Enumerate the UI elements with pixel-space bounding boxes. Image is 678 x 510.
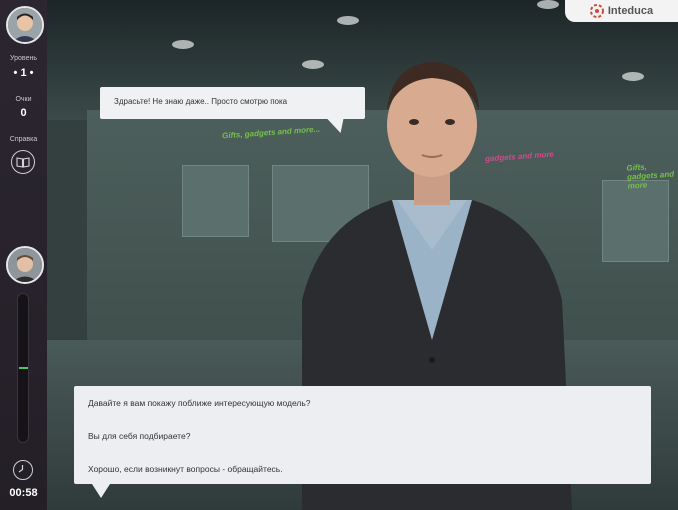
logo-icon xyxy=(589,4,604,18)
help-button[interactable] xyxy=(11,150,35,174)
answer-options-panel: Давайте я вам покажу поближе интересующу… xyxy=(74,386,651,484)
level-label: Уровень xyxy=(10,55,37,62)
player-avatar xyxy=(6,6,44,44)
mood-meter xyxy=(17,293,29,443)
answer-panel-tail xyxy=(92,484,110,498)
timer: 00:58 xyxy=(9,487,38,499)
ceiling-light xyxy=(537,0,559,9)
ceiling-light xyxy=(622,72,644,81)
answer-option[interactable]: Вы для себя подбираете? xyxy=(88,431,190,441)
customer-speech-bubble: Здрасьте! Не знаю даже.. Просто смотрю п… xyxy=(100,87,365,119)
answer-option[interactable]: Хорошо, если возникнут вопросы - обращай… xyxy=(88,464,283,474)
ceiling-light xyxy=(337,16,359,25)
points-label: Очки xyxy=(15,96,32,103)
points-value: 0 xyxy=(20,107,27,119)
display-shelf xyxy=(182,165,249,237)
answer-option[interactable]: Давайте я вам покажу поближе интересующу… xyxy=(88,398,311,408)
customer-avatar-icon xyxy=(8,248,42,282)
logo-text: Inteduca xyxy=(607,5,654,17)
customer-avatar xyxy=(6,246,44,284)
book-icon xyxy=(16,157,30,168)
customer-speech-text: Здрасьте! Не знаю даже.. Просто смотрю п… xyxy=(114,97,288,106)
level-value: • 1 • xyxy=(13,67,34,79)
clock-icon xyxy=(13,460,33,480)
inteduca-logo: Inteduca xyxy=(565,0,678,22)
help-label: Справка xyxy=(9,136,38,143)
store-sign: Gifts, gadgets and more xyxy=(626,162,675,191)
ceiling-light xyxy=(172,40,194,49)
sidebar: Уровень • 1 • Очки 0 Справка 00:58 xyxy=(0,0,47,510)
player-avatar-icon xyxy=(8,8,42,42)
mood-meter-indicator xyxy=(19,367,28,369)
display-shelf xyxy=(602,180,669,262)
